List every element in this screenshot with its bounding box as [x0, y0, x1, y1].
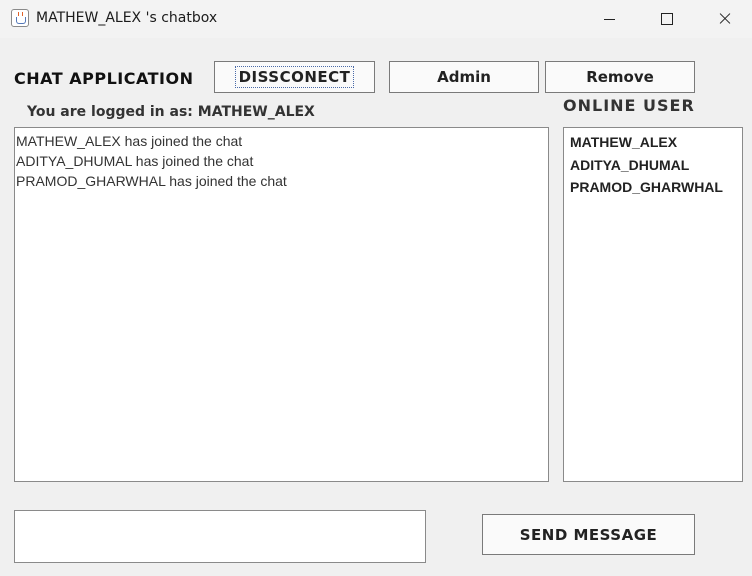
close-icon[interactable] — [696, 0, 752, 38]
app-heading: CHAT APPLICATION — [14, 69, 194, 88]
online-users-heading: ONLINE USER — [563, 96, 695, 115]
chat-message: PRAMOD_GHARWHAL has joined the chat — [16, 173, 287, 189]
java-app-icon — [11, 9, 29, 27]
chat-message: MATHEW_ALEX has joined the chat — [16, 133, 243, 149]
chat-messages-area[interactable]: MATHEW_ALEX has joined the chat ADITYA_D… — [14, 127, 549, 482]
logged-in-status: You are logged in as: MATHEW_ALEX — [27, 104, 315, 120]
online-users-list[interactable]: MATHEW_ALEX ADITYA_DHUMAL PRAMOD_GHARWHA… — [563, 127, 743, 482]
send-message-button[interactable]: SEND MESSAGE — [482, 514, 695, 555]
online-user-item[interactable]: PRAMOD_GHARWHAL — [570, 176, 736, 199]
online-user-item[interactable]: MATHEW_ALEX — [570, 131, 736, 154]
message-input[interactable] — [14, 510, 426, 563]
disconnect-button[interactable]: DISSCONECT — [214, 61, 375, 93]
disconnect-button-label: DISSCONECT — [234, 66, 355, 88]
remove-button[interactable]: Remove — [545, 61, 695, 93]
window-title: MATHEW_ALEX 's chatbox — [36, 10, 218, 26]
online-user-item[interactable]: ADITYA_DHUMAL — [570, 154, 736, 177]
maximize-icon[interactable] — [638, 0, 696, 38]
title-bar: MATHEW_ALEX 's chatbox — [0, 0, 752, 38]
admin-button[interactable]: Admin — [389, 61, 539, 93]
minimize-icon[interactable] — [580, 0, 638, 38]
chat-message: ADITYA_DHUMAL has joined the chat — [16, 153, 254, 169]
